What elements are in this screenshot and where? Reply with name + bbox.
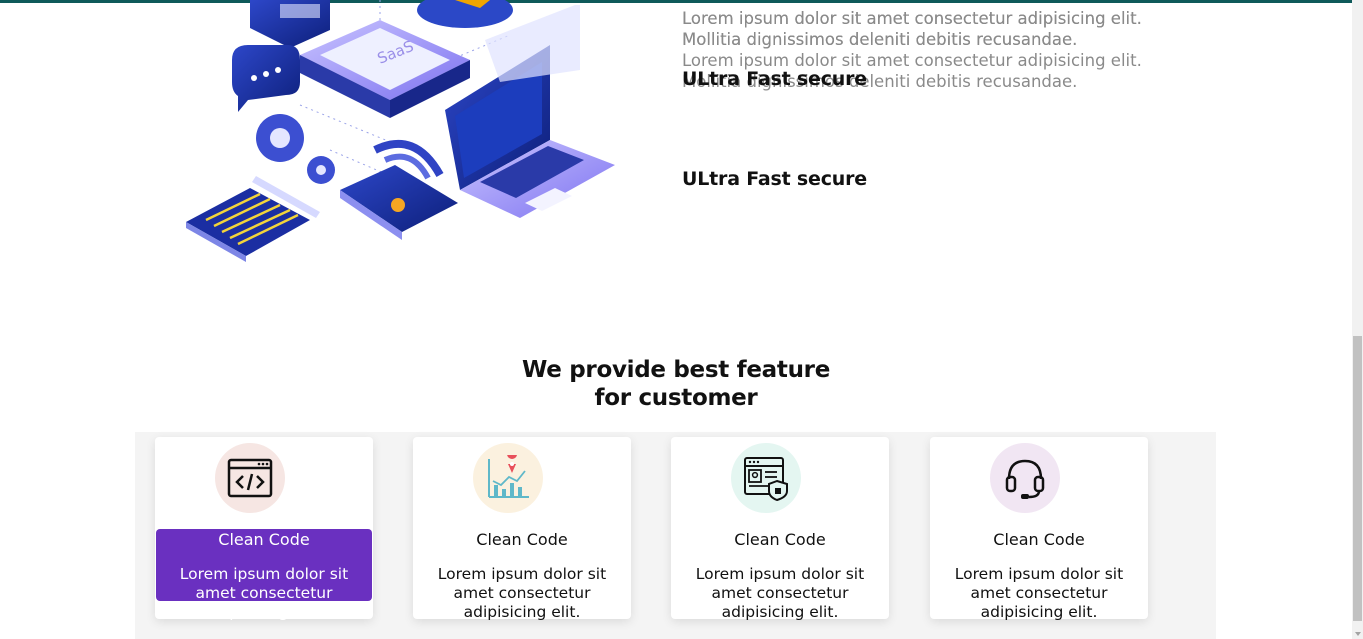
section-title-line1: We provide best feature — [521, 357, 830, 383]
feature-card[interactable]: Clean Code Lorem ipsum dolor sit amet co… — [155, 437, 373, 621]
section-title-line2: for customer — [594, 385, 758, 411]
vertical-scrollbar[interactable] — [1352, 0, 1363, 639]
card-title: Clean Code — [993, 530, 1085, 549]
card-title: Clean Code — [734, 530, 826, 549]
section-title: We provide best feature for customer — [0, 356, 1352, 412]
feature-intro-text: Lorem ipsum dolor sit amet consectetur a… — [682, 9, 1142, 49]
card-description: Lorem ipsum dolor sit amet consectetur a… — [179, 565, 349, 621]
card-title: Clean Code — [476, 530, 568, 549]
headset-icon — [990, 443, 1060, 513]
analytics-icon — [473, 443, 543, 513]
feature-card[interactable]: Clean Code Lorem ipsum dolor sit amet co… — [413, 437, 631, 621]
secure-profile-icon — [731, 443, 801, 513]
scrollbar-thumb[interactable] — [1353, 336, 1362, 621]
saas-illustration: SaaS — [186, 0, 615, 262]
card-description: Lorem ipsum dolor sit amet consectetur a… — [954, 565, 1124, 621]
feature-title: ULtra Fast secure — [682, 68, 867, 90]
card-description: Lorem ipsum dolor sit amet consectetur a… — [695, 565, 865, 621]
card-title: Clean Code — [218, 530, 310, 549]
feature-card[interactable]: Clean Code Lorem ipsum dolor sit amet co… — [671, 437, 889, 621]
code-icon — [215, 443, 285, 513]
feature-card[interactable]: Clean Code Lorem ipsum dolor sit amet co… — [930, 437, 1148, 621]
scroll-down-arrow-icon[interactable] — [1355, 632, 1361, 636]
feature-title: ULtra Fast secure — [682, 168, 867, 190]
card-description: Lorem ipsum dolor sit amet consectetur a… — [437, 565, 607, 621]
feature-list: Lorem ipsum dolor sit amet consectetur a… — [682, 8, 1202, 190]
